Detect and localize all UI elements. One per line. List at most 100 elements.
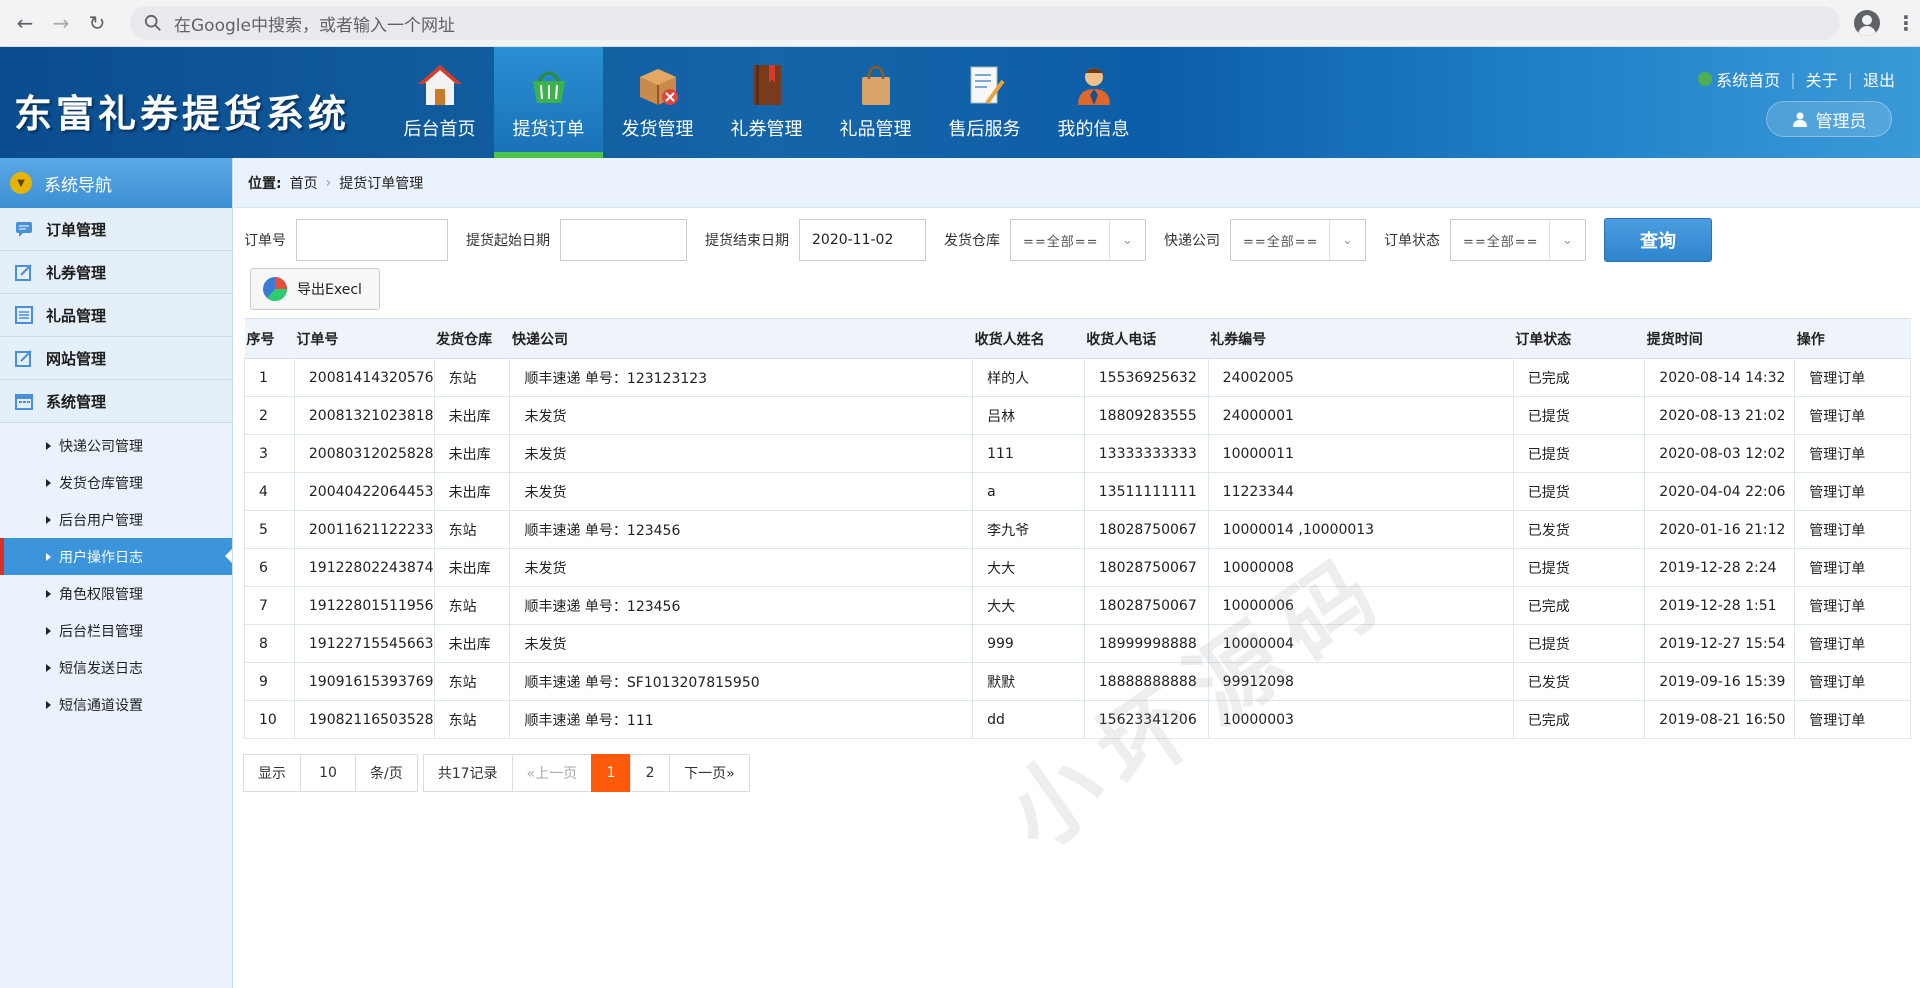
table-row[interactable]: 5 20011621122233 东站 顺丰速递 单号：123456 李九爷 180287… (244, 510, 1911, 549)
sidebar-header[interactable]: ▼ 系统导航 (0, 158, 232, 208)
end-date-input[interactable]: 2020-11-02 (799, 219, 926, 261)
status-label: 订单状态 (1384, 233, 1440, 249)
forward-arrow-icon[interactable]: → (46, 8, 76, 38)
row-number: 1 (244, 358, 295, 397)
more-menu-icon[interactable]: ⋮ (1896, 11, 1916, 35)
admin-badge[interactable]: 管理员 (1766, 101, 1892, 137)
prev-page-button[interactable]: «上一页 (511, 754, 593, 792)
courier-cell: 顺丰速递 单号：111 (509, 700, 974, 739)
coupon-number: 99912098 (1207, 662, 1514, 701)
manage-order-link[interactable]: 管理订单 (1794, 700, 1911, 739)
table-row[interactable]: 4 20040422064453 未出库 未发货 a 13511111111 1122334… (244, 472, 1911, 511)
address-bar[interactable]: 在Google中搜索，或者输入一个网址 (130, 6, 1840, 40)
table-row[interactable]: 9 19091615393769 东站 顺丰速递 单号：SF1013207815950… (244, 662, 1911, 701)
recipient-phone: 13333333333 (1083, 434, 1209, 473)
menu-item-after-sales[interactable]: 售后服务 (930, 47, 1039, 158)
sidebar-item-operation-log[interactable]: 用户操作日志 (0, 538, 232, 575)
column-header: 礼券编号 (1208, 318, 1514, 359)
profile-icon[interactable] (1854, 10, 1880, 36)
warehouse-label: 发货仓库 (944, 233, 1000, 249)
sidebar-section-system[interactable]: 系统管理 (0, 380, 232, 423)
warehouse-select-value: ==全部== (1023, 234, 1099, 250)
sidebar-item-warehouse[interactable]: 发货仓库管理 (0, 464, 232, 501)
row-number: 2 (244, 396, 295, 435)
menu-item-coupons[interactable]: 礼券管理 (712, 47, 821, 158)
manage-order-link[interactable]: 管理订单 (1794, 358, 1911, 397)
manage-order-link[interactable]: 管理订单 (1794, 434, 1911, 473)
sidebar-section-website[interactable]: 网站管理 (0, 337, 232, 380)
table-row[interactable]: 6 19122802243874 未出库 未发货 大大 18028750067 100000… (244, 548, 1911, 587)
table-row[interactable]: 7 19122801511956 东站 顺丰速递 单号：123456 大大 1802875… (244, 586, 1911, 625)
order-number: 19122802243874 (293, 548, 435, 587)
order-status: 已完成 (1512, 586, 1646, 625)
coupon-number: 10000011 (1207, 434, 1514, 473)
breadcrumb-home[interactable]: 首页 (290, 173, 318, 193)
back-arrow-icon[interactable]: ← (10, 8, 40, 38)
page-button-current[interactable]: 1 (591, 754, 632, 792)
status-select[interactable]: ==全部== ⌄ (1450, 219, 1586, 261)
menu-item-my-info[interactable]: 我的信息 (1039, 47, 1148, 158)
manage-order-link[interactable]: 管理订单 (1794, 472, 1911, 511)
table-header-row: 序号 订单号 发货仓库 快递公司 收货人姓名 收货人电话 礼券编号 订单状态 提货时间 操作 (244, 318, 1911, 359)
menu-item-home[interactable]: 后台首页 (385, 47, 494, 158)
menu-item-pickup-orders[interactable]: 提货订单 (494, 47, 603, 158)
reload-icon[interactable]: ↻ (82, 8, 112, 38)
manage-order-link[interactable]: 管理订单 (1794, 548, 1911, 587)
recipient-name: 999 (972, 624, 1085, 663)
sidebar-section-gifts[interactable]: 礼品管理 (0, 294, 232, 337)
order-no-input[interactable] (296, 219, 448, 261)
house-icon (417, 65, 462, 105)
row-number: 4 (244, 472, 295, 511)
logout-link[interactable]: 退出 (1863, 67, 1895, 91)
manage-order-link[interactable]: 管理订单 (1794, 624, 1911, 663)
query-button[interactable]: 查询 (1604, 218, 1712, 262)
manage-order-link[interactable]: 管理订单 (1794, 510, 1911, 549)
table-row[interactable]: 8 19122715545663 未出库 未发货 999 18999998888 10000… (244, 624, 1911, 663)
manage-order-link[interactable]: 管理订单 (1794, 396, 1911, 435)
menu-item-gifts[interactable]: 礼品管理 (821, 47, 930, 158)
sidebar-item-columns[interactable]: 后台栏目管理 (0, 612, 232, 649)
sidebar-section-coupons[interactable]: 礼券管理 (0, 251, 232, 294)
page-size-input[interactable]: 10 (300, 754, 356, 792)
menu-item-label: 礼券管理 (730, 119, 803, 140)
courier-cell: 未发货 (509, 548, 974, 587)
courier-select[interactable]: ==全部== ⌄ (1230, 219, 1366, 261)
sidebar-item-label: 短信通道设置 (59, 697, 143, 714)
top-links: 系统首页 | 关于 | 退出 (1688, 67, 1895, 91)
table-row[interactable]: 3 20080312025828 未出库 未发货 111 13333333333 10000… (244, 434, 1911, 473)
sidebar-item-sms-log[interactable]: 短信发送日志 (0, 649, 232, 686)
system-home-link[interactable]: 系统首页 (1716, 67, 1780, 91)
recipient-phone: 15623341206 (1083, 700, 1209, 739)
order-status: 已提货 (1512, 396, 1646, 435)
sidebar-item-admin-users[interactable]: 后台用户管理 (0, 501, 232, 538)
pickup-time: 2019-12-28 2:24 (1644, 548, 1796, 587)
sidebar-title: 系统导航 (44, 175, 112, 196)
sidebar-section-orders[interactable]: 订单管理 (0, 208, 232, 251)
menu-item-shipping[interactable]: 发货管理 (603, 47, 712, 158)
table-row[interactable]: 2 20081321023818 未出库 未发货 吕林 18809283555 240000… (244, 396, 1911, 435)
warehouse-select[interactable]: ==全部== ⌄ (1010, 219, 1146, 261)
column-header: 提货时间 (1644, 318, 1795, 359)
sidebar-item-sms-channel[interactable]: 短信通道设置 (0, 686, 232, 723)
page-button[interactable]: 2 (630, 754, 671, 792)
recipient-phone: 18999998888 (1083, 624, 1209, 663)
coupon-number: 10000004 (1207, 624, 1514, 663)
sidebar-item-label: 短信发送日志 (59, 660, 143, 677)
recipient-phone: 15536925632 (1083, 358, 1209, 397)
sidebar-item-roles[interactable]: 角色权限管理 (0, 575, 232, 612)
sidebar-item-label: 后台用户管理 (59, 512, 143, 529)
manage-order-link[interactable]: 管理订单 (1794, 586, 1911, 625)
table-row[interactable]: 1 20081414320576 东站 顺丰速递 单号：123123123 样的人 155… (244, 358, 1911, 397)
start-date-input[interactable] (560, 219, 687, 261)
manage-order-link[interactable]: 管理订单 (1794, 662, 1911, 701)
table-row[interactable]: 10 19082116503528 东站 顺丰速递 单号：111 dd 156233412… (244, 700, 1911, 739)
sidebar-item-courier[interactable]: 快递公司管理 (0, 427, 232, 464)
about-link[interactable]: 关于 (1806, 67, 1838, 91)
pickup-time: 2020-04-04 22:06 (1644, 472, 1796, 511)
next-page-button[interactable]: 下一页» (669, 754, 750, 792)
export-button[interactable]: 导出Execl (250, 268, 380, 310)
system-submenu: 快递公司管理 发货仓库管理 后台用户管理 用户操作日志 角色权限管理 后台栏目管… (0, 423, 232, 723)
courier-cell: 未发货 (509, 624, 974, 663)
table-body: 1 20081414320576 东站 顺丰速递 单号：123123123 样的人 155… (244, 358, 1911, 739)
order-status: 已提货 (1512, 472, 1646, 511)
